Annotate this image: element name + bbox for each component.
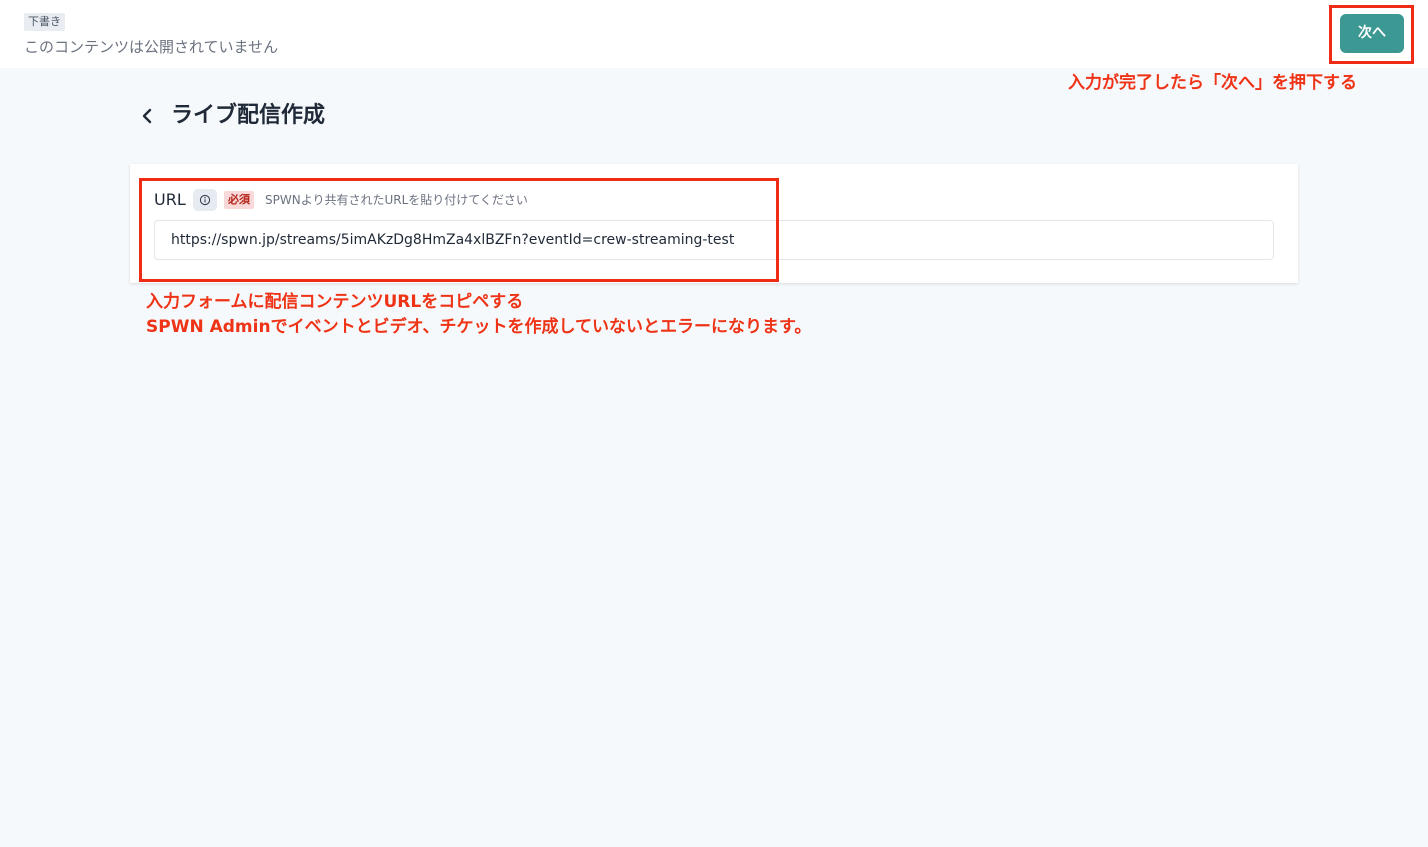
status-text: このコンテンツは公開されていません bbox=[24, 38, 279, 56]
next-button[interactable]: 次へ bbox=[1340, 14, 1404, 53]
status-badge: 下書き bbox=[24, 13, 65, 31]
next-annotation: 入力が完了したら「次へ」を押下する bbox=[1068, 73, 1357, 93]
page-title: ライブ配信作成 bbox=[171, 103, 326, 128]
top-bar: 下書き このコンテンツは公開されていません bbox=[0, 0, 1428, 68]
url-annotation-line2: SPWN Adminでイベントとビデオ、チケットを作成していないとエラーになりま… bbox=[146, 317, 812, 337]
url-annotation-line1: 入力フォームに配信コンテンツURLをコピペする bbox=[146, 292, 524, 312]
url-highlight bbox=[139, 178, 779, 282]
chevron-left-icon[interactable] bbox=[136, 104, 158, 128]
